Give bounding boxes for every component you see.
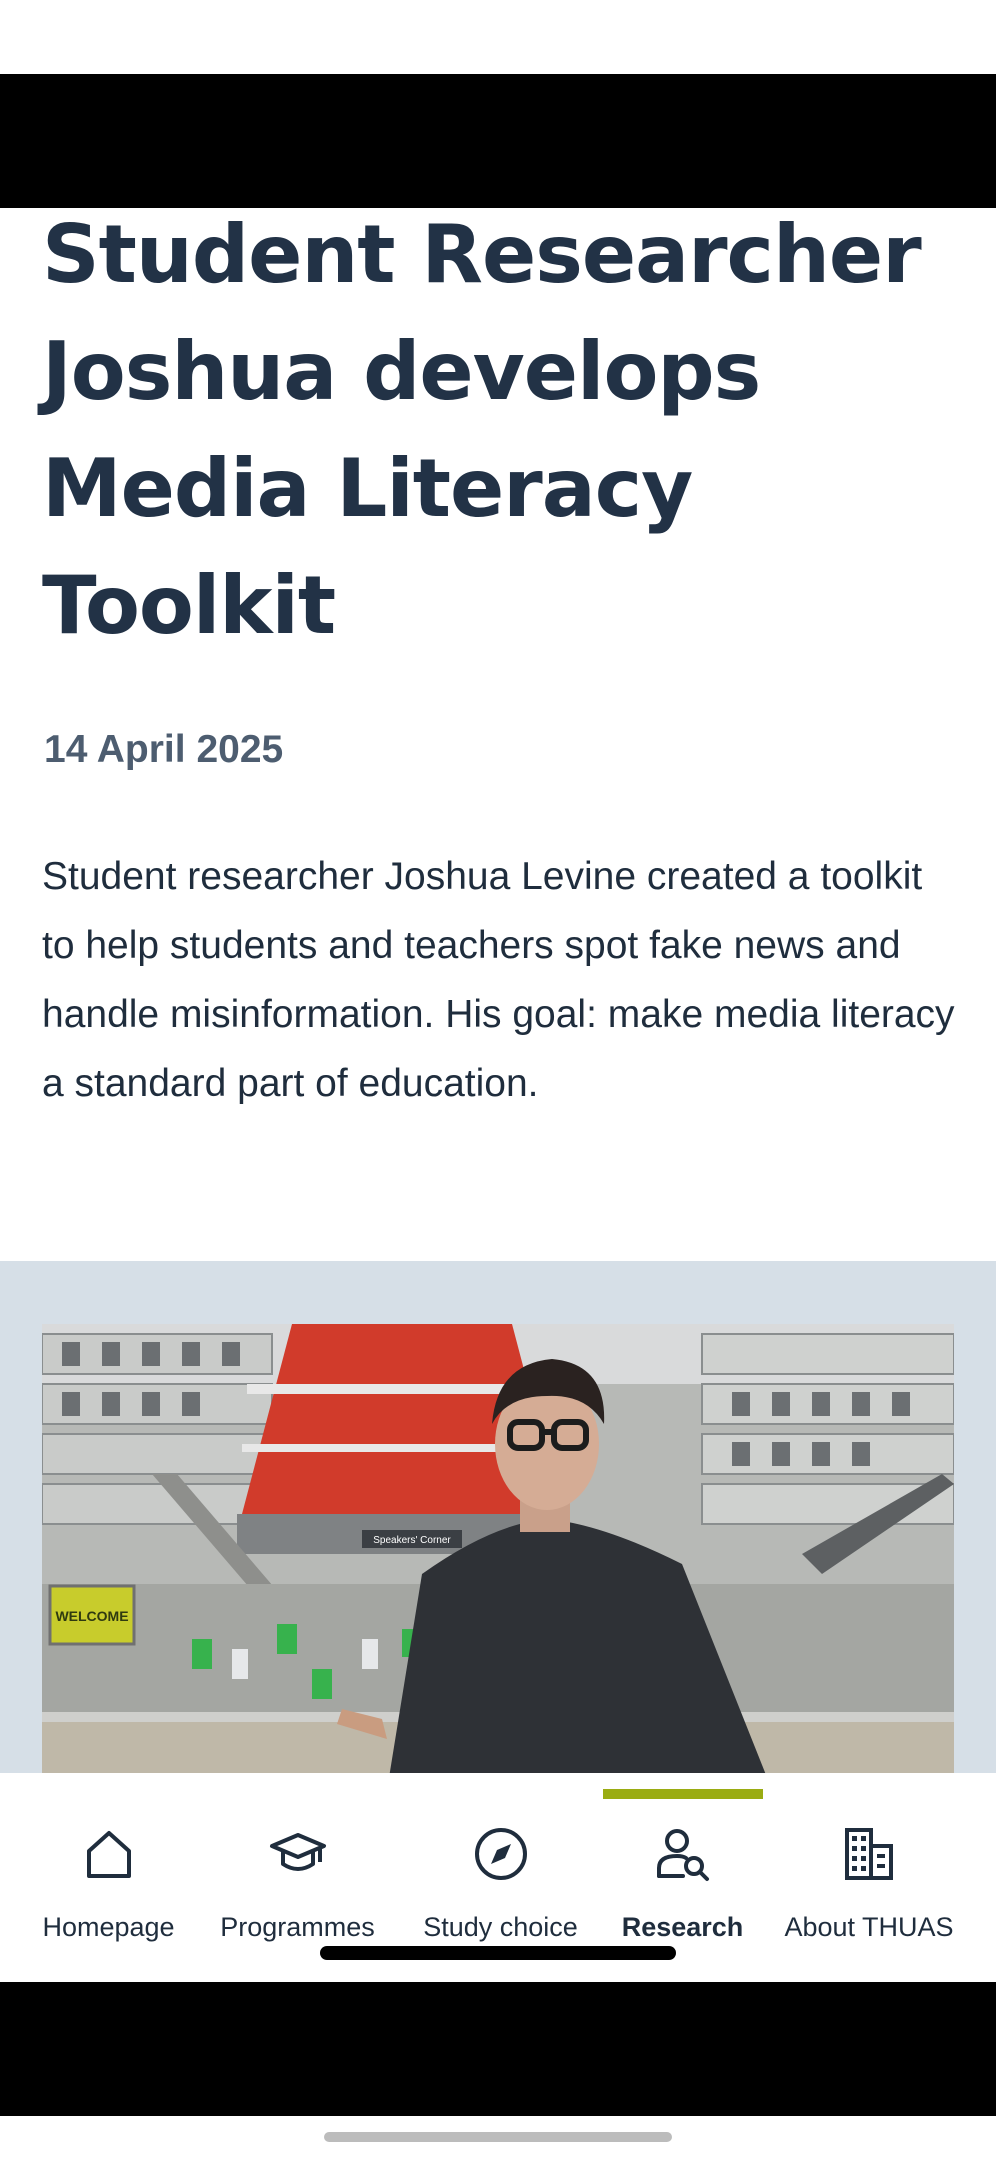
article-title: Student Researcher Joshua develops Media… (42, 208, 922, 652)
tab-label: Research (621, 1912, 744, 1942)
tab-label: Study choice (423, 1912, 578, 1942)
tab-research[interactable]: Research (583, 1814, 782, 1964)
screen-top-bar (0, 74, 996, 208)
photo-banner-text: WELCOME (55, 1608, 128, 1624)
tab-study-choice[interactable]: Study choice (401, 1814, 600, 1964)
active-tab-indicator (603, 1789, 763, 1799)
graduation-cap-icon (269, 1833, 326, 1871)
system-home-indicator[interactable] (324, 2132, 672, 2142)
article-date: 14 April 2025 (44, 728, 284, 771)
status-bar-area (0, 0, 996, 74)
tab-about-thuas[interactable]: About THUAS (771, 1814, 967, 1964)
tab-label: Homepage (42, 1912, 175, 1942)
tab-label: Programmes (220, 1912, 375, 1942)
tab-homepage[interactable]: Homepage (9, 1814, 208, 1964)
home-indicator[interactable] (320, 1946, 676, 1960)
compass-icon (474, 1828, 527, 1880)
person-search-icon (656, 1829, 709, 1881)
photo-sign-text: Speakers' Corner (373, 1535, 451, 1546)
article-photo[interactable]: Speakers' Corner WELCOME (42, 1324, 954, 1790)
article-intro: Student researcher Joshua Levine created… (42, 855, 955, 1105)
building-icon (845, 1828, 893, 1880)
home-icon (86, 1831, 131, 1878)
article-photo-illustration: Speakers' Corner WELCOME (42, 1324, 954, 1790)
screen-bottom-bar (0, 1982, 996, 2116)
tab-programmes[interactable]: Programmes (198, 1814, 397, 1964)
tab-label: About THUAS (784, 1912, 954, 1942)
